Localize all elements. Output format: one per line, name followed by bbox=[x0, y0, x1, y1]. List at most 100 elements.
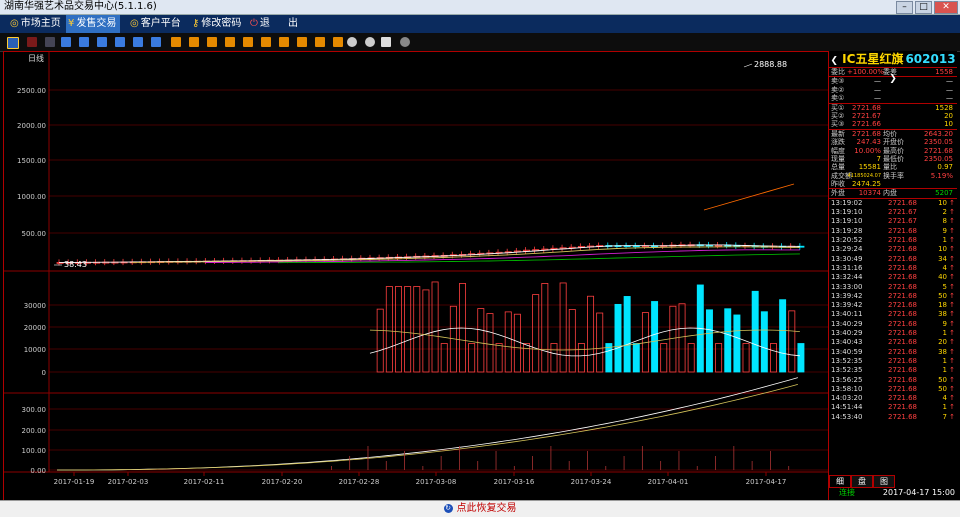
prev-stock-icon[interactable]: ❮ bbox=[830, 56, 838, 66]
window-title: 湖南华强艺术品交易中心(5.1.1.6) bbox=[4, 1, 157, 12]
volume-bar bbox=[760, 311, 768, 373]
tick-time: 13:40:43 bbox=[831, 338, 863, 347]
key-icon: ⚷ bbox=[192, 18, 200, 29]
menu-market-home[interactable]: ◎ 市场主页 bbox=[8, 15, 65, 33]
resume-trading-link[interactable]: ↻ 点此恢复交易 bbox=[0, 501, 960, 517]
tick-time: 13:19:10 bbox=[831, 208, 863, 217]
menu-change-password[interactable]: ⚷ 修改密码 bbox=[190, 15, 245, 33]
date-tick-label: 2017-03-16 bbox=[494, 478, 535, 486]
tick-time: 13:33:00 bbox=[831, 282, 863, 291]
indicator-icon-2[interactable] bbox=[189, 37, 199, 47]
stat-row: 成交额 41185024.07 换手率 5.19% bbox=[829, 172, 957, 180]
stat-label: 涨跌 bbox=[831, 138, 845, 147]
stock-code: 602013 bbox=[905, 52, 956, 66]
tick-price: 2721.68 bbox=[888, 310, 917, 319]
quote-panel: ❮ IC五星红旗 602013 ❯ 委比 +100.00% 委差 1558 卖③ —… bbox=[828, 51, 957, 499]
tick-price: 2721.68 bbox=[888, 356, 917, 365]
gear-icon[interactable] bbox=[400, 37, 410, 47]
date-tick-label: 2017-01-19 bbox=[54, 478, 95, 486]
stat-label-2: 最高价 bbox=[883, 146, 904, 155]
tick-time: 13:58:10 bbox=[831, 384, 863, 393]
tool-icon-4[interactable] bbox=[115, 37, 125, 47]
indicator-icon-1[interactable] bbox=[171, 37, 181, 47]
tick-time: 13:31:16 bbox=[831, 263, 863, 272]
menu-exit[interactable]: ⏻ 退 bbox=[248, 15, 274, 33]
date-tick-label: 2017-02-28 bbox=[339, 478, 380, 486]
tick-price: 2721.68 bbox=[888, 291, 917, 300]
tick-row: 14:51:44 2721.68 1 ↑ bbox=[829, 403, 957, 412]
tool-icon-2[interactable] bbox=[79, 37, 89, 47]
buy-row[interactable]: 买③ 2721.66 10 bbox=[829, 120, 957, 128]
tick-price: 2721.68 bbox=[888, 236, 917, 245]
indicator-tick-label: 100.00 bbox=[22, 447, 47, 455]
tick-row: 13:40:11 2721.68 38 ↑ bbox=[829, 310, 957, 319]
close-icon[interactable]: ✕ bbox=[934, 1, 958, 14]
zoom-out-icon[interactable] bbox=[365, 37, 375, 47]
tick-price: 2721.68 bbox=[888, 329, 917, 338]
up-arrow-icon: ↑ bbox=[949, 245, 955, 254]
stat-row: 昨收 2474.25 bbox=[829, 180, 957, 188]
indicator-tick-label: 300.00 bbox=[22, 406, 47, 414]
stat-value: 2474.25 bbox=[852, 180, 881, 189]
sell-row[interactable]: 卖② — — bbox=[829, 86, 957, 94]
indicator-icon-5[interactable] bbox=[243, 37, 253, 47]
up-arrow-icon: ↑ bbox=[949, 347, 955, 356]
tick-list[interactable]: 13:19:02 2721.68 10 ↑ 13:19:10 2721.67 2 ↑ 13:19… bbox=[829, 199, 957, 422]
tick-volume: 4 bbox=[942, 263, 947, 272]
menu-label: 市场主页 bbox=[20, 18, 61, 29]
indicator-icon-3[interactable] bbox=[207, 37, 217, 47]
tick-price: 2721.68 bbox=[888, 366, 917, 375]
sell-row[interactable]: 卖③ — — bbox=[829, 77, 957, 85]
window-titlebar: 湖南华强艺术品交易中心(5.1.1.6) – □ ✕ bbox=[0, 0, 960, 15]
stat-label: 幅度 bbox=[831, 146, 845, 155]
indicator-icon-4[interactable] bbox=[225, 37, 235, 47]
tick-time: 14:03:20 bbox=[831, 394, 863, 403]
tick-time: 14:51:44 bbox=[831, 403, 863, 412]
minimize-icon[interactable]: – bbox=[896, 1, 913, 14]
tool-icon-1[interactable] bbox=[61, 37, 71, 47]
inner-label: 内盘 bbox=[883, 189, 897, 198]
menu-trade[interactable]: ¥ 发售交易 bbox=[66, 15, 121, 33]
buy-row[interactable]: 买① 2721.68 1528 bbox=[829, 104, 957, 112]
sell-price: — bbox=[874, 85, 881, 94]
menu-exit-2[interactable]: 出 bbox=[286, 15, 302, 33]
kline-chart[interactable]: 日线 2500.00 2000.00 1500.00 1000.00 500.00 3000… bbox=[3, 51, 829, 501]
tool-icon-6[interactable] bbox=[151, 37, 161, 47]
trend-icon[interactable] bbox=[27, 37, 37, 47]
main-menu: ◎ 市场主页 ¥ 发售交易 ◎ 客户平台 ⚷ 修改密码 ⏻ 退 出 bbox=[0, 15, 960, 33]
trade-icon: ¥ bbox=[68, 18, 75, 29]
menu-client-platform[interactable]: ◎ 客户平台 bbox=[128, 15, 185, 33]
buy-price: 2721.67 bbox=[852, 111, 881, 120]
maximize-icon[interactable]: □ bbox=[915, 1, 932, 14]
tick-price: 2721.68 bbox=[888, 198, 917, 207]
indicator-icon-6[interactable] bbox=[261, 37, 271, 47]
stat-value-2: 2350.05 bbox=[924, 138, 953, 147]
up-arrow-icon: ↑ bbox=[949, 310, 955, 319]
volume-bar bbox=[733, 314, 741, 373]
buy-row[interactable]: 买② 2721.67 20 bbox=[829, 112, 957, 120]
tick-row: 13:19:28 2721.68 9 ↑ bbox=[829, 227, 957, 236]
draw-icon[interactable] bbox=[381, 37, 391, 47]
tool-icon-3[interactable] bbox=[97, 37, 107, 47]
tool-icon-5[interactable] bbox=[133, 37, 143, 47]
stat-row: 总量 15581 量比 0.97 bbox=[829, 163, 957, 171]
kline-icon[interactable] bbox=[7, 37, 19, 49]
outer-inner-row: 外盘 10374 内盘 5207 bbox=[829, 189, 957, 197]
zoom-in-icon[interactable] bbox=[347, 37, 357, 47]
indicator-icon-8[interactable] bbox=[297, 37, 307, 47]
bottom-bar: ↻ 点此恢复交易 bbox=[0, 500, 960, 517]
indicator-icon-9[interactable] bbox=[315, 37, 325, 47]
sell-row[interactable]: 卖① — — bbox=[829, 94, 957, 102]
stat-label: 昨收 bbox=[831, 180, 845, 189]
tick-row: 14:03:20 2721.68 4 ↑ bbox=[829, 394, 957, 403]
weibi-row: 委比 +100.00% 委差 1558 bbox=[829, 68, 957, 76]
indicator-icon-10[interactable] bbox=[333, 37, 343, 47]
menu-label: 发售交易 bbox=[76, 18, 117, 29]
indicator-icon-7[interactable] bbox=[279, 37, 289, 47]
tick-price: 2721.68 bbox=[888, 245, 917, 254]
tick-time: 13:39:42 bbox=[831, 301, 863, 310]
up-arrow-icon: ↑ bbox=[949, 384, 955, 393]
volume-bar bbox=[651, 301, 659, 373]
stat-label: 总量 bbox=[831, 163, 845, 172]
stat-label-2: 量比 bbox=[883, 163, 897, 172]
